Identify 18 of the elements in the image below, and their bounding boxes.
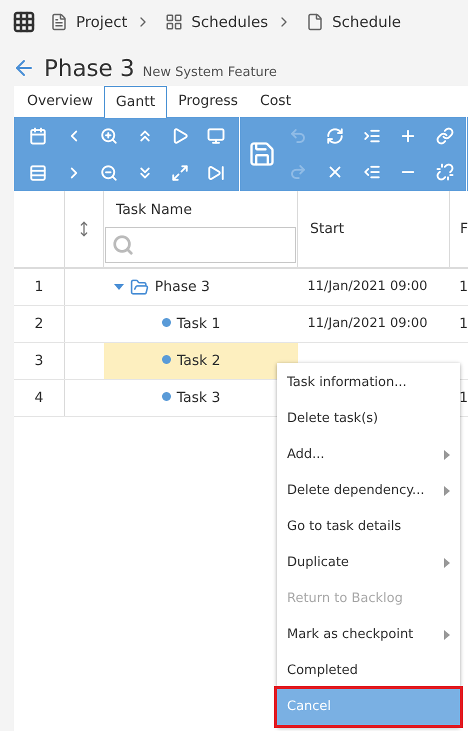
table-cell-text: 1: [459, 314, 468, 334]
task-name: Task 2: [177, 352, 221, 370]
row-number: 2: [34, 314, 44, 334]
row-number: 3: [34, 352, 44, 370]
column-header: F: [458, 220, 468, 238]
column-header: Start: [308, 220, 344, 238]
task-name: Task 3: [176, 388, 220, 408]
task-name: Task 1: [176, 314, 220, 334]
start-date: 11/Jan/2021 09:00: [307, 315, 428, 334]
page-title: Phase 3: [44, 55, 135, 84]
start-date: 11/Jan/2021 09:00: [307, 278, 428, 296]
table-cell-text: 1: [459, 278, 468, 296]
page-subtitle: New System Feature: [142, 64, 277, 82]
table-cell-text: 1: [459, 388, 468, 408]
task-name: Phase 3: [154, 278, 210, 296]
row-number: 4: [34, 388, 44, 408]
column-header: Task Name: [114, 201, 193, 220]
row-number: 1: [34, 278, 44, 296]
